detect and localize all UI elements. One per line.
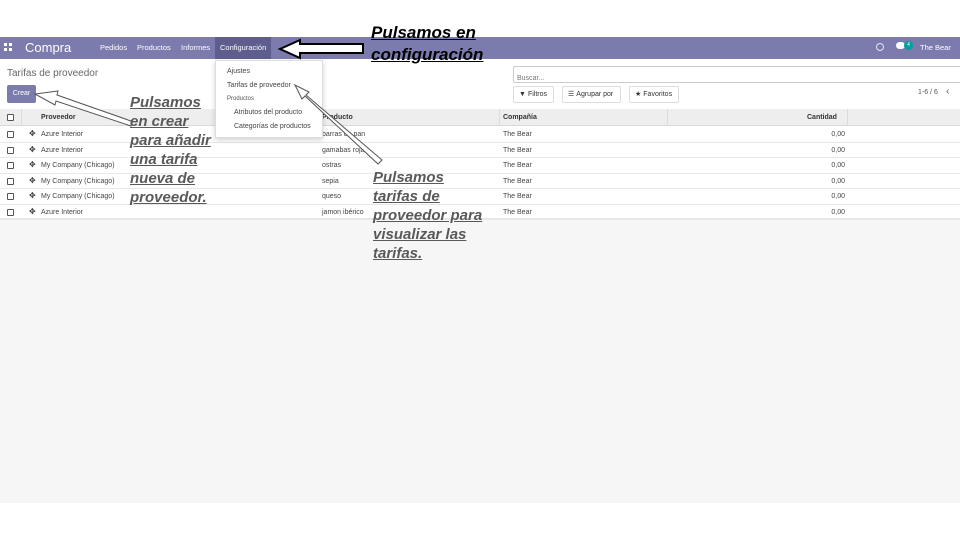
row-checkbox[interactable]: [7, 162, 14, 169]
cell-quantity: 0,00: [831, 208, 845, 216]
cell-quantity: 0,00: [831, 193, 845, 200]
pager-prev-icon[interactable]: ‹: [946, 86, 949, 97]
cell-company: The Bear: [503, 146, 532, 154]
cell-company: The Bear: [503, 131, 532, 138]
configuracion-dropdown: Ajustes Tarifas de proveedor Productos A…: [215, 60, 323, 138]
filter-icon: ▼: [519, 91, 526, 98]
header-producto[interactable]: Producto: [322, 109, 353, 126]
menu-categorias-productos[interactable]: Categorías de productos: [234, 123, 311, 130]
drag-handle-icon[interactable]: ✥: [29, 145, 36, 154]
cell-vendor: My Company (Chicago): [41, 177, 115, 185]
menu-section-productos: Productos: [227, 96, 255, 102]
search-input[interactable]: [514, 71, 960, 86]
filters-label: Filtros: [527, 91, 547, 98]
menu-configuracion[interactable]: Configuración: [215, 37, 272, 59]
row-checkbox[interactable]: [7, 177, 14, 185]
annotation-create: Pulsamos en crear para añadir una tarifa…: [130, 94, 211, 206]
row-checkbox[interactable]: [7, 131, 14, 138]
header-proveedor[interactable]: Proveedor: [41, 109, 76, 126]
header-compania[interactable]: Compañía: [503, 109, 537, 126]
annotation-pricelists: Pulsamos tarifas de proveedor para visua…: [373, 169, 483, 262]
menu-informes[interactable]: Informes: [178, 37, 213, 59]
create-button[interactable]: Crear: [7, 85, 36, 103]
cell-company: The Bear: [503, 162, 532, 169]
row-checkbox[interactable]: [7, 146, 14, 154]
cell-product: sepia: [322, 177, 339, 185]
menu-ajustes[interactable]: Ajustes: [227, 68, 250, 75]
cell-product: gamabas rojas: [322, 146, 368, 154]
header-cantidad[interactable]: Cantidad: [807, 109, 837, 126]
drag-handle-icon[interactable]: ✥: [29, 176, 36, 185]
star-icon: ★: [635, 91, 642, 98]
cell-company: The Bear: [503, 208, 532, 216]
row-checkbox[interactable]: [7, 208, 14, 216]
cell-vendor: My Company (Chicago): [41, 162, 115, 169]
cell-quantity: 0,00: [831, 146, 845, 154]
menu-productos[interactable]: Productos: [134, 37, 174, 59]
cell-vendor: My Company (Chicago): [41, 193, 115, 200]
pager-value[interactable]: 1-6 / 6: [918, 89, 938, 96]
app-name[interactable]: Compra: [25, 40, 71, 55]
menu-pedidos[interactable]: Pedidos: [97, 37, 130, 59]
page-title: Tarifas de proveedor: [7, 68, 99, 79]
chat-count-badge: 4: [904, 41, 913, 50]
filters-button[interactable]: ▼ Filtros: [513, 86, 554, 103]
company-switcher[interactable]: The Bear: [920, 37, 951, 59]
group-by-button[interactable]: ☰ Agrupar por: [562, 86, 621, 103]
cell-product: ostras: [322, 162, 342, 169]
cell-company: The Bear: [503, 193, 532, 200]
bars-icon: ☰: [568, 91, 575, 98]
cell-product: barras de pan: [322, 131, 366, 138]
cell-vendor: Azure Interior: [41, 208, 84, 216]
favorites-label: Favoritos: [643, 91, 673, 98]
cell-product: queso: [322, 193, 342, 200]
annotation-config: Pulsamos en configuración: [371, 23, 484, 64]
group-by-label: Agrupar por: [576, 91, 614, 98]
cell-quantity: 0,00: [831, 177, 845, 185]
apps-menu-icon[interactable]: [4, 43, 12, 51]
menu-atributos-producto[interactable]: Atributos del producto: [234, 109, 302, 116]
cell-vendor: Azure Interior: [41, 131, 84, 138]
cell-quantity: 0,00: [831, 162, 845, 169]
drag-handle-icon[interactable]: ✥: [29, 192, 36, 200]
cell-company: The Bear: [503, 177, 532, 185]
favorites-button[interactable]: ★ Favoritos: [629, 86, 679, 103]
drag-handle-icon[interactable]: ✥: [29, 207, 36, 216]
odoo-window: Compra Pedidos Productos Informes Config…: [0, 0, 960, 540]
drag-handle-icon[interactable]: ✥: [29, 130, 36, 138]
select-all-checkbox[interactable]: [7, 114, 14, 121]
cell-vendor: Azure Interior: [41, 146, 84, 154]
cell-quantity: 0,00: [831, 131, 845, 138]
drag-handle-icon[interactable]: ✥: [29, 161, 36, 169]
menu-tarifas-proveedor[interactable]: Tarifas de proveedor: [227, 82, 291, 89]
row-checkbox[interactable]: [7, 193, 14, 200]
search-box[interactable]: [513, 66, 960, 86]
activity-clock-icon[interactable]: [876, 43, 884, 51]
cell-product: jamon ibérico: [322, 208, 364, 216]
